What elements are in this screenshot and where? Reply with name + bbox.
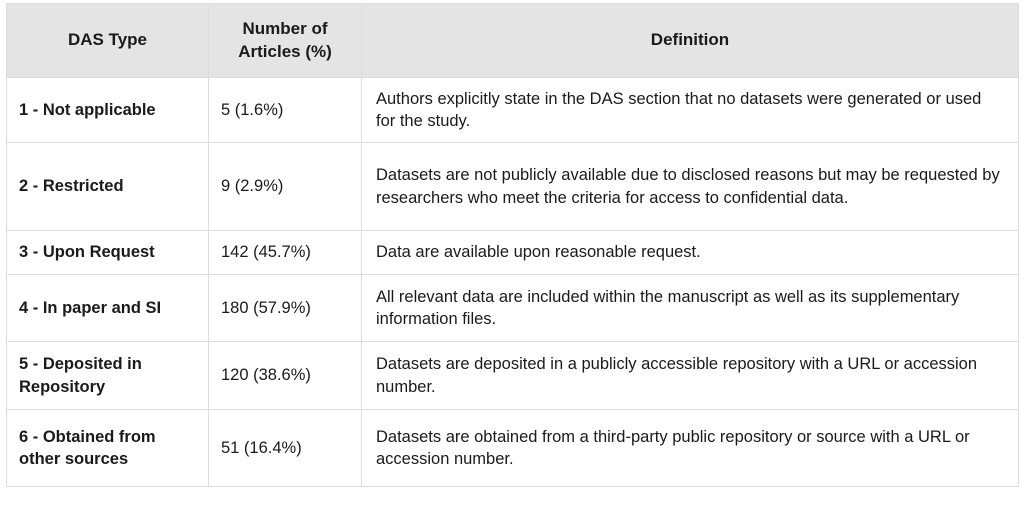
cell-das-type: 4 - In paper and SI [6, 274, 209, 342]
cell-article-count: 120 (38.6%) [208, 341, 362, 410]
cell-das-type: 6 - Obtained from other sources [6, 409, 209, 487]
column-header-das-type: DAS Type [6, 3, 209, 78]
table-row: 1 - Not applicable 5 (1.6%) Authors expl… [6, 77, 1019, 143]
table-row: 5 - Deposited in Repository 120 (38.6%) … [6, 341, 1019, 410]
cell-das-type: 3 - Upon Request [6, 230, 209, 275]
cell-das-type: 5 - Deposited in Repository [6, 341, 209, 410]
cell-article-count: 51 (16.4%) [208, 409, 362, 487]
cell-definition: Datasets are deposited in a publicly acc… [361, 341, 1019, 410]
cell-article-count: 142 (45.7%) [208, 230, 362, 275]
cell-das-type: 2 - Restricted [6, 142, 209, 231]
table-row: 2 - Restricted 9 (2.9%) Datasets are not… [6, 142, 1019, 231]
cell-definition: All relevant data are included within th… [361, 274, 1019, 342]
column-header-number-of-articles-line1: Number of [242, 19, 328, 39]
column-header-definition: Definition [361, 3, 1019, 78]
table-body: 1 - Not applicable 5 (1.6%) Authors expl… [6, 77, 1019, 487]
cell-definition: Datasets are not publicly available due … [361, 142, 1019, 231]
cell-definition: Data are available upon reasonable reque… [361, 230, 1019, 275]
cell-article-count: 5 (1.6%) [208, 77, 362, 143]
column-header-number-of-articles-line2: Articles (%) [238, 41, 332, 61]
cell-definition: Authors explicitly state in the DAS sect… [361, 77, 1019, 143]
das-definitions-table: DAS Type Number of Articles (%) Definitio… [6, 3, 1019, 487]
table-row: 4 - In paper and SI 180 (57.9%) All rele… [6, 274, 1019, 342]
column-header-number-of-articles: Number of Articles (%) [208, 3, 362, 78]
table-row: 6 - Obtained from other sources 51 (16.4… [6, 409, 1019, 487]
table-row: 3 - Upon Request 142 (45.7%) Data are av… [6, 230, 1019, 275]
cell-article-count: 180 (57.9%) [208, 274, 362, 342]
das-definitions-table-container: DAS Type Number of Articles (%) Definitio… [0, 0, 1024, 509]
table-header: DAS Type Number of Articles (%) Definitio… [6, 3, 1019, 78]
cell-definition: Datasets are obtained from a third-party… [361, 409, 1019, 487]
table-header-row: DAS Type Number of Articles (%) Definitio… [6, 3, 1019, 78]
cell-article-count: 9 (2.9%) [208, 142, 362, 231]
cell-das-type: 1 - Not applicable [6, 77, 209, 143]
